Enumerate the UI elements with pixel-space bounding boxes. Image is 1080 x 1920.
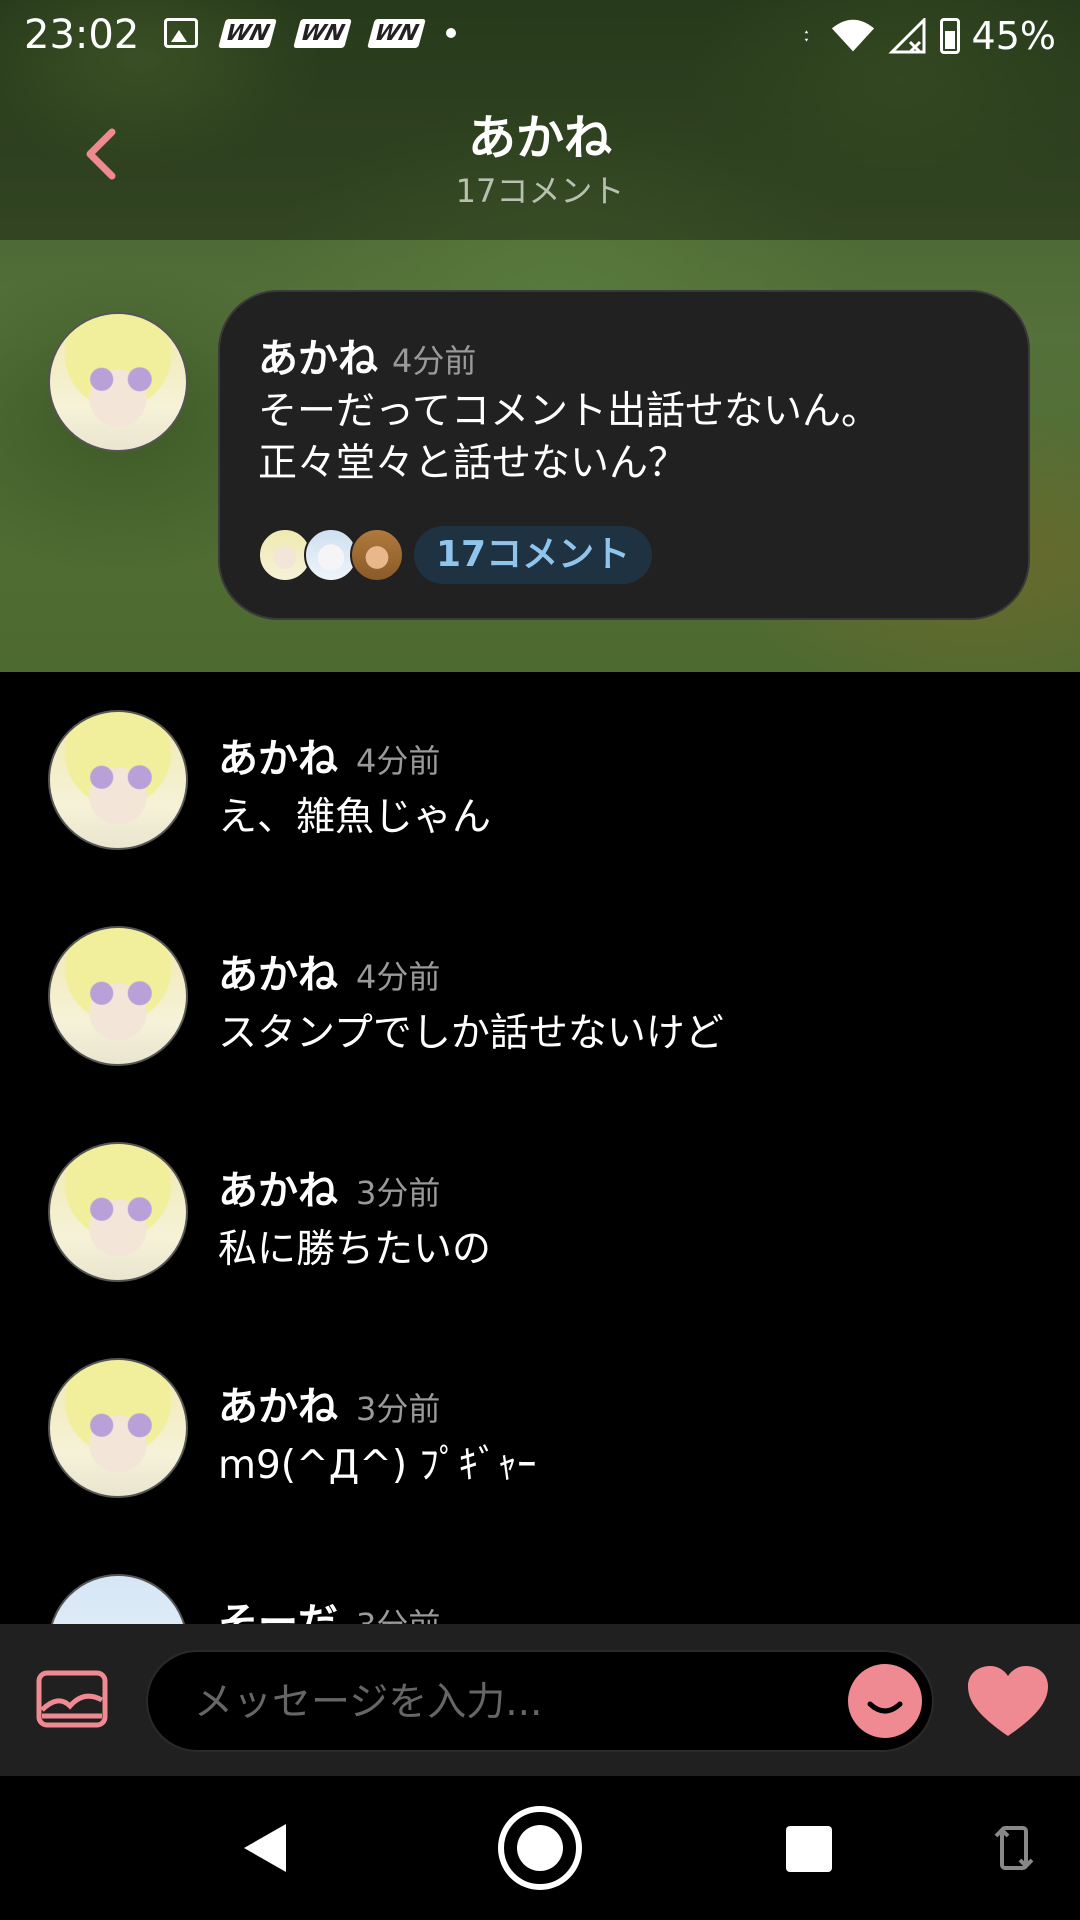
page-subtitle: 17コメント xyxy=(455,172,625,210)
nav-home-button[interactable] xyxy=(498,1806,582,1890)
dot-icon xyxy=(446,28,457,38)
avatar[interactable] xyxy=(48,710,188,850)
message-field[interactable] xyxy=(146,1650,934,1752)
avatar[interactable] xyxy=(48,1358,188,1498)
nav-recents-button[interactable] xyxy=(786,1826,832,1872)
heart-icon[interactable] xyxy=(966,1666,1050,1738)
list-item[interactable]: あかね 4分前 え、雑魚じゃん xyxy=(0,672,1080,852)
participant-avatars xyxy=(258,528,404,582)
data-arrows-icon xyxy=(804,30,808,42)
comment-time: 4分前 xyxy=(356,742,441,780)
comment-author: あかね 4分前 xyxy=(218,726,440,784)
comment-count-badge[interactable]: 17コメント xyxy=(414,526,653,584)
comment-time: 4分前 xyxy=(356,958,441,996)
comment-list[interactable]: あかね 4分前 え、雑魚じゃん あかね 4分前 スタンプでしか話せないけど あかね 3… xyxy=(0,672,1080,1624)
app-header: あかね 17コメント xyxy=(0,78,1080,238)
avatar xyxy=(350,528,404,582)
comment-author-name: あかね xyxy=(218,736,338,782)
parent-text: そーだってコメント出話せないん。 正々堂々と話せないん？ xyxy=(258,389,881,486)
parent-author: あかね 4分前 xyxy=(258,326,476,384)
avatar[interactable] xyxy=(48,1142,188,1282)
message-input[interactable] xyxy=(192,1652,796,1752)
comment-author: あかね 4分前 xyxy=(218,942,440,1000)
comment-author: そーだ 3分前 xyxy=(218,1590,440,1624)
comment-time: 3分前 xyxy=(356,1390,441,1428)
comment-text: m9(^Д^) ﾌﾟｷﾞｬｰ xyxy=(218,1443,537,1488)
list-item[interactable]: あかね 4分前 スタンプでしか話せないけど xyxy=(0,888,1080,1068)
status-time: 23:02 xyxy=(24,12,140,58)
parent-time: 4分前 xyxy=(392,342,477,380)
page-title: あかね xyxy=(467,110,612,166)
list-item[interactable]: あかね 3分前 私に勝ちたいの xyxy=(0,1104,1080,1284)
comment-author-name: あかね xyxy=(218,952,338,998)
signal-icon xyxy=(887,18,926,54)
parent-author-name: あかね xyxy=(258,336,378,382)
system-nav-bar xyxy=(0,1776,1080,1920)
wn-icon: WN xyxy=(218,18,277,48)
message-input-bar xyxy=(0,1624,1080,1776)
rotate-icon[interactable] xyxy=(994,1822,1034,1874)
battery-percent: 45% xyxy=(971,14,1056,58)
smiley-icon xyxy=(867,1701,903,1714)
wn-icon: WN xyxy=(367,18,426,48)
image-icon xyxy=(164,18,198,48)
nav-back-icon[interactable] xyxy=(242,1822,288,1874)
comment-author: あかね 3分前 xyxy=(218,1374,440,1432)
avatar[interactable] xyxy=(48,926,188,1066)
battery-icon xyxy=(939,18,960,54)
comment-author: あかね 3分前 xyxy=(218,1158,440,1216)
list-item[interactable]: そーだ 3分前 xyxy=(0,1536,1080,1624)
wifi-icon xyxy=(831,19,874,52)
avatar[interactable] xyxy=(48,1574,188,1624)
image-icon[interactable] xyxy=(36,1670,108,1728)
status-bar: 23:02 WN WN WN 45% xyxy=(0,0,1080,78)
sticker-button[interactable] xyxy=(848,1664,922,1738)
comment-time: 3分前 xyxy=(356,1174,441,1212)
comment-time: 3分前 xyxy=(356,1606,440,1624)
comment-text: え、雑魚じゃん xyxy=(218,795,492,840)
comment-text: スタンプでしか話せないけど xyxy=(218,1011,724,1056)
comment-author-name: あかね xyxy=(218,1384,338,1430)
parent-avatar[interactable] xyxy=(48,312,188,452)
comment-text: 私に勝ちたいの xyxy=(218,1227,492,1272)
parent-comment-bubble[interactable]: あかね 4分前 そーだってコメント出話せないん。 正々堂々と話せないん？ 17コメ… xyxy=(218,290,1030,620)
list-item[interactable]: あかね 3分前 m9(^Д^) ﾌﾟｷﾞｬｰ xyxy=(0,1320,1080,1500)
status-right: 45% xyxy=(804,14,1056,58)
wn-icon: WN xyxy=(292,18,352,48)
comment-author-name: そーだ xyxy=(218,1600,338,1624)
comment-author-name: あかね xyxy=(218,1168,338,1214)
notification-icons: WN WN WN xyxy=(164,18,457,48)
avatar[interactable] xyxy=(48,312,188,452)
